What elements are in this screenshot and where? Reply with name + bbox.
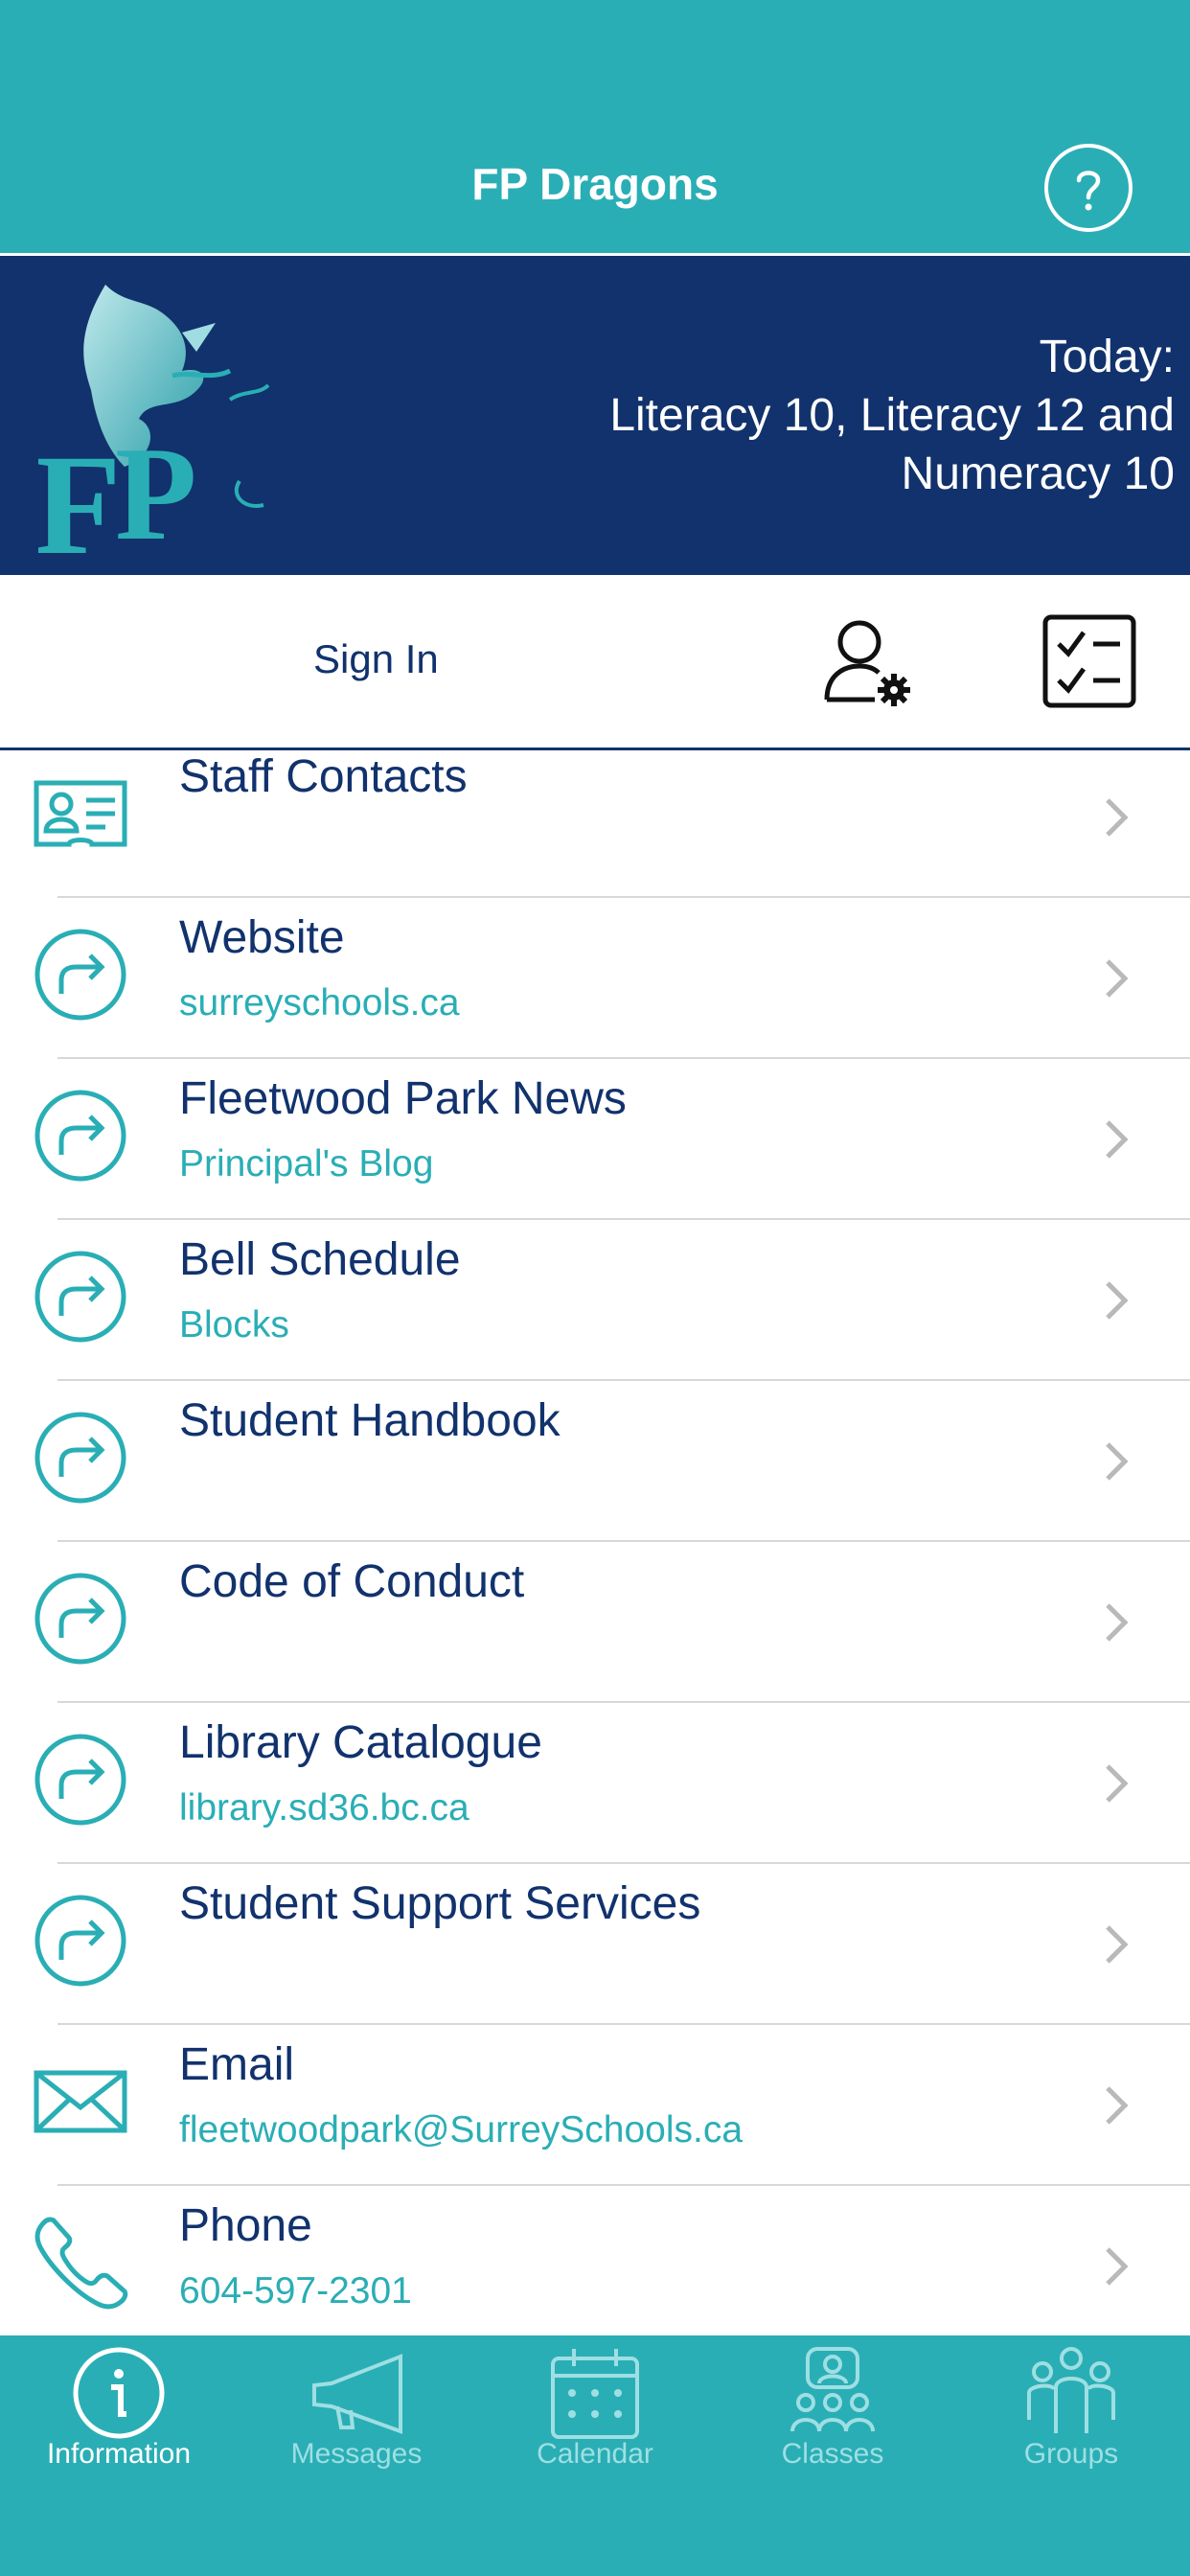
information-list: Staff Contacts Website surreyschools.ca …	[0, 750, 1190, 2335]
chevron-right-icon	[1106, 1442, 1129, 1481]
fp-dragons-logo: F P	[38, 285, 270, 563]
svg-text:F: F	[38, 426, 122, 563]
list-item-subtitle: 604-597-2301	[179, 2270, 412, 2312]
tab-label: Messages	[290, 2438, 423, 2470]
chevron-right-icon	[1106, 1925, 1129, 1964]
chevron-right-icon	[1106, 1764, 1129, 1803]
tab-label: Groups	[1023, 2438, 1119, 2470]
svg-text:P: P	[115, 420, 197, 563]
list-item-subtitle: Principal's Blog	[179, 1143, 434, 1184]
link-arrow-icon	[34, 1734, 126, 1826]
list-item-title: Student Support Services	[179, 1878, 701, 1929]
list-item-student-support-services[interactable]: Student Support Services	[0, 1864, 1190, 2025]
list-item-title: Phone	[179, 2200, 312, 2251]
tab-groups[interactable]: Groups	[952, 2335, 1190, 2470]
link-arrow-icon	[34, 1412, 126, 1504]
tab-messages[interactable]: Messages	[238, 2335, 475, 2470]
list-item-subtitle: Blocks	[179, 1304, 289, 1346]
chevron-right-icon	[1106, 1281, 1129, 1320]
chevron-right-icon	[1106, 1120, 1129, 1159]
question-mark-icon	[1076, 171, 1101, 211]
chevron-right-icon	[1106, 798, 1129, 837]
tab-label: Information	[46, 2438, 192, 2470]
list-item-title: Website	[179, 912, 345, 963]
classes-icon	[790, 2347, 875, 2432]
list-item-title: Email	[179, 2039, 295, 2090]
list-item-code-of-conduct[interactable]: Code of Conduct	[0, 1542, 1190, 1703]
today-label: Today:	[1039, 332, 1175, 382]
today-schedule: Today: Literacy 10, Literacy 12 and Nume…	[504, 328, 1175, 503]
sign-in-button[interactable]: Sign In	[313, 636, 439, 682]
list-item-subtitle: library.sd36.bc.ca	[179, 1787, 469, 1828]
link-arrow-icon	[34, 1090, 126, 1182]
bottom-tab-bar: Information Messages Calendar Classes Gr…	[0, 2335, 1190, 2576]
tab-information[interactable]: Information	[0, 2335, 238, 2470]
list-item-title: Staff Contacts	[179, 751, 468, 802]
list-item-website[interactable]: Website surreyschools.ca	[0, 898, 1190, 1059]
phone-icon	[34, 2217, 128, 2310]
list-item-email[interactable]: Email fleetwoodpark@SurreySchools.ca	[0, 2025, 1190, 2186]
calendar-icon	[551, 2349, 639, 2439]
account-bar: Sign In	[0, 575, 1190, 750]
list-item-fleetwood-park-news[interactable]: Fleetwood Park News Principal's Blog	[0, 1059, 1190, 1220]
list-item-phone[interactable]: Phone 604-597-2301	[0, 2186, 1190, 2335]
top-navigation-bar: FP Dragons	[0, 0, 1190, 256]
list-item-subtitle: fleetwoodpark@SurreySchools.ca	[179, 2109, 744, 2150]
school-banner: F P Today: Literacy 10, Literacy 12 and …	[0, 256, 1190, 575]
list-item-subtitle: surreyschools.ca	[179, 982, 460, 1024]
groups-icon	[1027, 2347, 1115, 2433]
link-arrow-icon	[34, 1251, 126, 1343]
list-item-library-catalogue[interactable]: Library Catalogue library.sd36.bc.ca	[0, 1703, 1190, 1864]
list-item-bell-schedule[interactable]: Bell Schedule Blocks	[0, 1220, 1190, 1381]
checklist-icon[interactable]	[1041, 613, 1137, 709]
tab-calendar[interactable]: Calendar	[476, 2335, 714, 2470]
list-item-title: Bell Schedule	[179, 1234, 461, 1285]
today-line-2: Numeracy 10	[901, 448, 1175, 499]
link-arrow-icon	[34, 1895, 126, 1987]
tab-label: Calendar	[537, 2438, 653, 2470]
list-item-student-handbook[interactable]: Student Handbook	[0, 1381, 1190, 1542]
chevron-right-icon	[1106, 2086, 1129, 2125]
link-arrow-icon	[34, 929, 126, 1021]
list-item-title: Fleetwood Park News	[179, 1073, 627, 1124]
list-item-title: Student Handbook	[179, 1395, 561, 1446]
chevron-right-icon	[1106, 959, 1129, 998]
tab-classes[interactable]: Classes	[714, 2335, 951, 2470]
help-button[interactable]	[1044, 144, 1133, 232]
envelope-icon	[34, 2070, 127, 2133]
contact-card-icon	[34, 780, 127, 847]
megaphone-icon	[312, 2354, 402, 2434]
list-item-title: Library Catalogue	[179, 1717, 542, 1768]
list-item-staff-contacts[interactable]: Staff Contacts	[0, 750, 1190, 898]
info-icon	[73, 2347, 165, 2439]
tab-label: Classes	[781, 2438, 884, 2470]
link-arrow-icon	[34, 1573, 126, 1665]
list-item-title: Code of Conduct	[179, 1556, 525, 1607]
chevron-right-icon	[1106, 1603, 1129, 1642]
app-title: FP Dragons	[471, 159, 719, 209]
today-line-1: Literacy 10, Literacy 12 and	[609, 390, 1175, 441]
chevron-right-icon	[1106, 2247, 1129, 2286]
account-settings-icon[interactable]	[819, 613, 915, 709]
